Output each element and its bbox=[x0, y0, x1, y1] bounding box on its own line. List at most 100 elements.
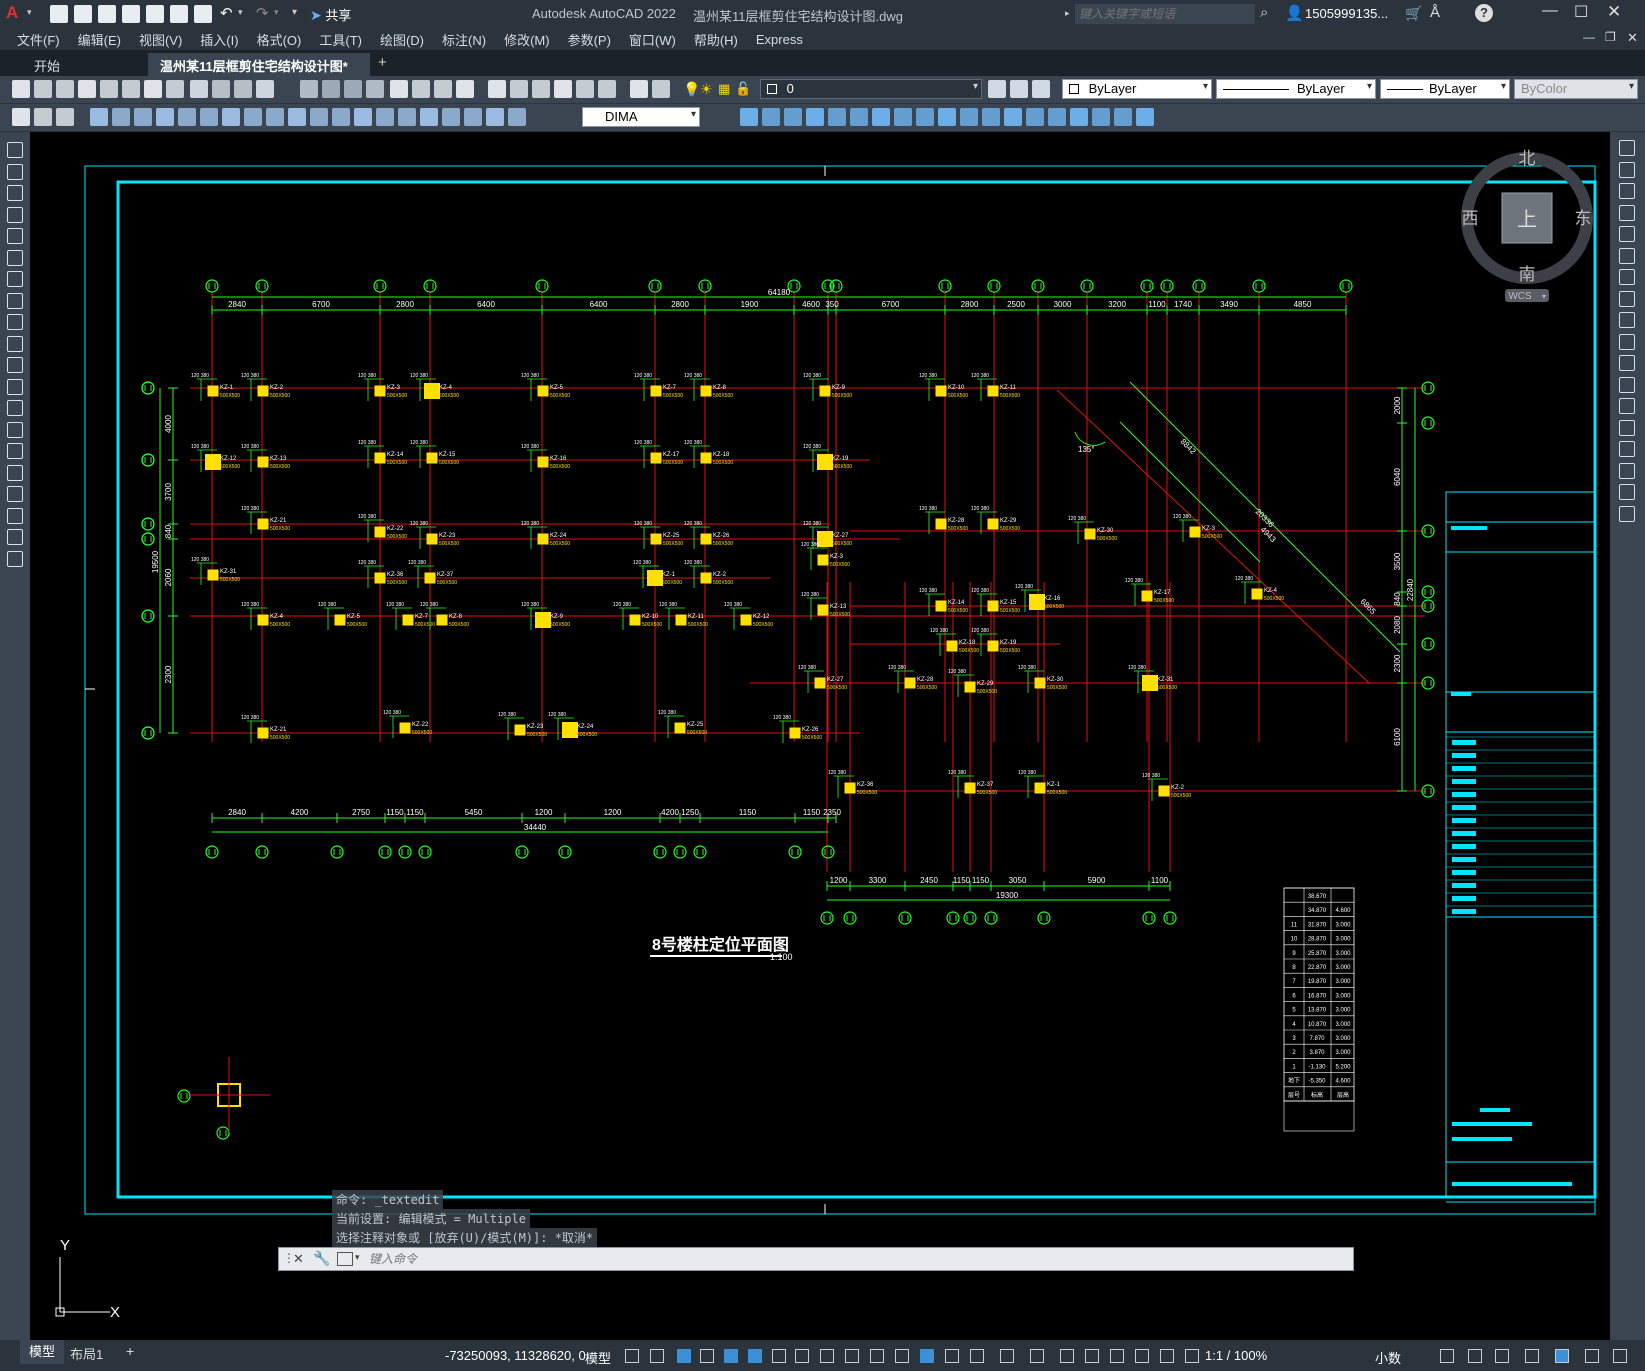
extend-icon[interactable] bbox=[1619, 355, 1635, 371]
annotation-scale[interactable]: 1:1 / 100% bbox=[1205, 1348, 1267, 1363]
menu-dimension[interactable]: 标注(N) bbox=[433, 30, 495, 49]
open-web-icon[interactable] bbox=[146, 5, 164, 23]
viewcube[interactable]: 上 北 南 东 西 WCS ▾ bbox=[1461, 149, 1593, 302]
customize-status-icon[interactable] bbox=[1613, 1349, 1627, 1363]
chevron-down-icon[interactable]: ▾ bbox=[355, 1252, 360, 1263]
dim-tool-icon-9[interactable] bbox=[266, 108, 284, 126]
doc-close-icon[interactable]: ✕ bbox=[1627, 30, 1638, 46]
isodraft-toggle-icon[interactable] bbox=[724, 1349, 738, 1363]
modify-tool-icon-13[interactable] bbox=[1004, 108, 1022, 126]
dim-tool-icon-5[interactable] bbox=[178, 108, 196, 126]
copy-icon[interactable] bbox=[1619, 161, 1635, 178]
color-dropdown[interactable]: ByLayer ▾ bbox=[1062, 79, 1212, 99]
maximize-icon[interactable]: ☐ bbox=[1574, 2, 1588, 22]
undo-tool-icon-1[interactable] bbox=[300, 80, 318, 98]
viewcube-wcs[interactable]: WCS bbox=[1508, 291, 1532, 302]
menu-window[interactable]: 窗口(W) bbox=[620, 30, 685, 49]
app-menu-chevron-icon[interactable]: ▾ bbox=[27, 7, 32, 18]
customize-command-icon[interactable]: 🔧 bbox=[313, 1250, 330, 1267]
viewcube-north[interactable]: 北 bbox=[1519, 149, 1536, 168]
standard-tool-icon-3[interactable] bbox=[56, 80, 74, 98]
make-block-icon[interactable] bbox=[7, 400, 23, 416]
dim-misc-icon-3[interactable] bbox=[56, 108, 74, 126]
tab-drawing[interactable]: 温州某11层框剪住宅结构设计图* ✕ bbox=[148, 53, 370, 90]
user-name[interactable]: 1505999135... bbox=[1305, 6, 1388, 21]
dim-tool-icon-4[interactable] bbox=[156, 108, 174, 126]
dim-tool-icon-18[interactable] bbox=[464, 108, 482, 126]
layer-dropdown[interactable]: 0 ▾ bbox=[760, 79, 982, 99]
workspace-toggle-icon[interactable] bbox=[1060, 1349, 1074, 1363]
tab-start[interactable]: 开始 bbox=[22, 53, 72, 76]
annotation-visibility-toggle-icon[interactable] bbox=[970, 1349, 984, 1363]
menu-modify[interactable]: 修改(M) bbox=[495, 30, 559, 49]
help-icon[interactable]: ? bbox=[1475, 4, 1493, 22]
snap-toggle-icon[interactable] bbox=[650, 1349, 664, 1363]
join-icon[interactable] bbox=[1619, 419, 1635, 436]
modify-tool-icon-5[interactable] bbox=[828, 108, 846, 126]
undo-dropdown-icon[interactable]: ▾ bbox=[238, 7, 243, 18]
standard-tool-icon-6[interactable] bbox=[122, 80, 140, 98]
save-web-icon[interactable] bbox=[170, 5, 188, 23]
viewcube-east[interactable]: 东 bbox=[1575, 209, 1592, 228]
standard-tool-icon-5[interactable] bbox=[100, 80, 118, 98]
undo-tool-icon-2[interactable] bbox=[322, 80, 340, 98]
dynamic-ucs-toggle-icon[interactable] bbox=[895, 1349, 909, 1363]
plotstyle-dropdown[interactable]: ByColor ▾ bbox=[1514, 79, 1638, 99]
annotation-monitor-toggle-icon[interactable] bbox=[1085, 1349, 1099, 1363]
redo-icon[interactable]: ↷ bbox=[256, 4, 269, 22]
standard-tool-icon-7[interactable] bbox=[144, 80, 162, 98]
erase-icon[interactable] bbox=[1619, 140, 1635, 156]
zoom-tool-icon-4[interactable] bbox=[456, 80, 474, 98]
modify-tool-icon-17[interactable] bbox=[1092, 108, 1110, 126]
standard-tool-icon-4[interactable] bbox=[78, 80, 96, 98]
quick-properties-toggle-icon[interactable] bbox=[1135, 1349, 1149, 1363]
viewcube-south[interactable]: 南 bbox=[1519, 265, 1536, 284]
menu-parametric[interactable]: 参数(P) bbox=[559, 30, 620, 49]
circle-icon[interactable] bbox=[7, 271, 23, 287]
auto-scale-toggle-icon[interactable] bbox=[1000, 1349, 1014, 1363]
quick-properties-icon[interactable] bbox=[1525, 1349, 1539, 1363]
dim-tool-icon-7[interactable] bbox=[222, 108, 240, 126]
drawing-canvas[interactable]: 2840 6700 2800 6400 6400 2800 1900 4600 350 6700 2… bbox=[30, 132, 1610, 1340]
object-snap-toggle-icon[interactable] bbox=[772, 1349, 786, 1363]
cart-icon[interactable]: 🛒 bbox=[1405, 5, 1422, 22]
chamfer-icon[interactable] bbox=[1619, 441, 1635, 457]
coordinates-readout[interactable]: -73250093, 11328620, 0 bbox=[445, 1348, 586, 1363]
table-icon[interactable] bbox=[7, 507, 23, 524]
modify-tool-icon-7[interactable] bbox=[872, 108, 890, 126]
modify-tool-icon-11[interactable] bbox=[960, 108, 978, 126]
viewcube-top[interactable]: 上 bbox=[1517, 208, 1537, 231]
plot-icon[interactable] bbox=[194, 5, 212, 23]
explode-icon[interactable] bbox=[1619, 505, 1635, 522]
make-current-icon[interactable] bbox=[1010, 80, 1028, 98]
save-as-icon[interactable] bbox=[122, 5, 140, 23]
object-snap-tracking-toggle-icon[interactable] bbox=[748, 1349, 762, 1363]
help-tool-icon-1[interactable] bbox=[630, 80, 648, 98]
new-icon[interactable] bbox=[50, 5, 68, 23]
dim-misc-icon-2[interactable] bbox=[34, 108, 52, 126]
modify-tool-icon-15[interactable] bbox=[1048, 108, 1066, 126]
minimize-icon[interactable]: — bbox=[1542, 2, 1558, 20]
units-dropdown[interactable]: 小数 bbox=[1375, 1348, 1401, 1367]
modify-tool-icon-3[interactable] bbox=[784, 108, 802, 126]
arc2-icon[interactable] bbox=[7, 249, 23, 266]
modify-tool-icon-4[interactable] bbox=[806, 108, 824, 126]
rotate-icon[interactable] bbox=[1619, 269, 1635, 285]
break-icon[interactable] bbox=[1619, 398, 1635, 414]
region-icon[interactable] bbox=[7, 486, 23, 502]
clean-screen-icon[interactable] bbox=[1585, 1349, 1599, 1363]
modify-tool-icon-14[interactable] bbox=[1026, 108, 1044, 126]
dim-tool-icon-6[interactable] bbox=[200, 108, 218, 126]
dim-tool-icon-20[interactable] bbox=[508, 108, 526, 126]
edit-tool-icon-4[interactable] bbox=[256, 80, 274, 98]
graphics-perf-icon[interactable] bbox=[1555, 1349, 1569, 1363]
modify-tool-icon-1[interactable] bbox=[740, 108, 758, 126]
close-icon[interactable]: ✕ bbox=[1607, 2, 1621, 22]
modify-tool-icon-9[interactable] bbox=[916, 108, 934, 126]
redo-dropdown-icon[interactable]: ▾ bbox=[274, 7, 279, 18]
standard-tool-icon-1[interactable] bbox=[12, 80, 30, 98]
palette-tool-icon-4[interactable] bbox=[554, 80, 572, 98]
modify-tool-icon-6[interactable] bbox=[850, 108, 868, 126]
undo-tool-icon-4[interactable] bbox=[366, 80, 384, 98]
close-command-icon[interactable]: ✕ bbox=[293, 1251, 304, 1267]
